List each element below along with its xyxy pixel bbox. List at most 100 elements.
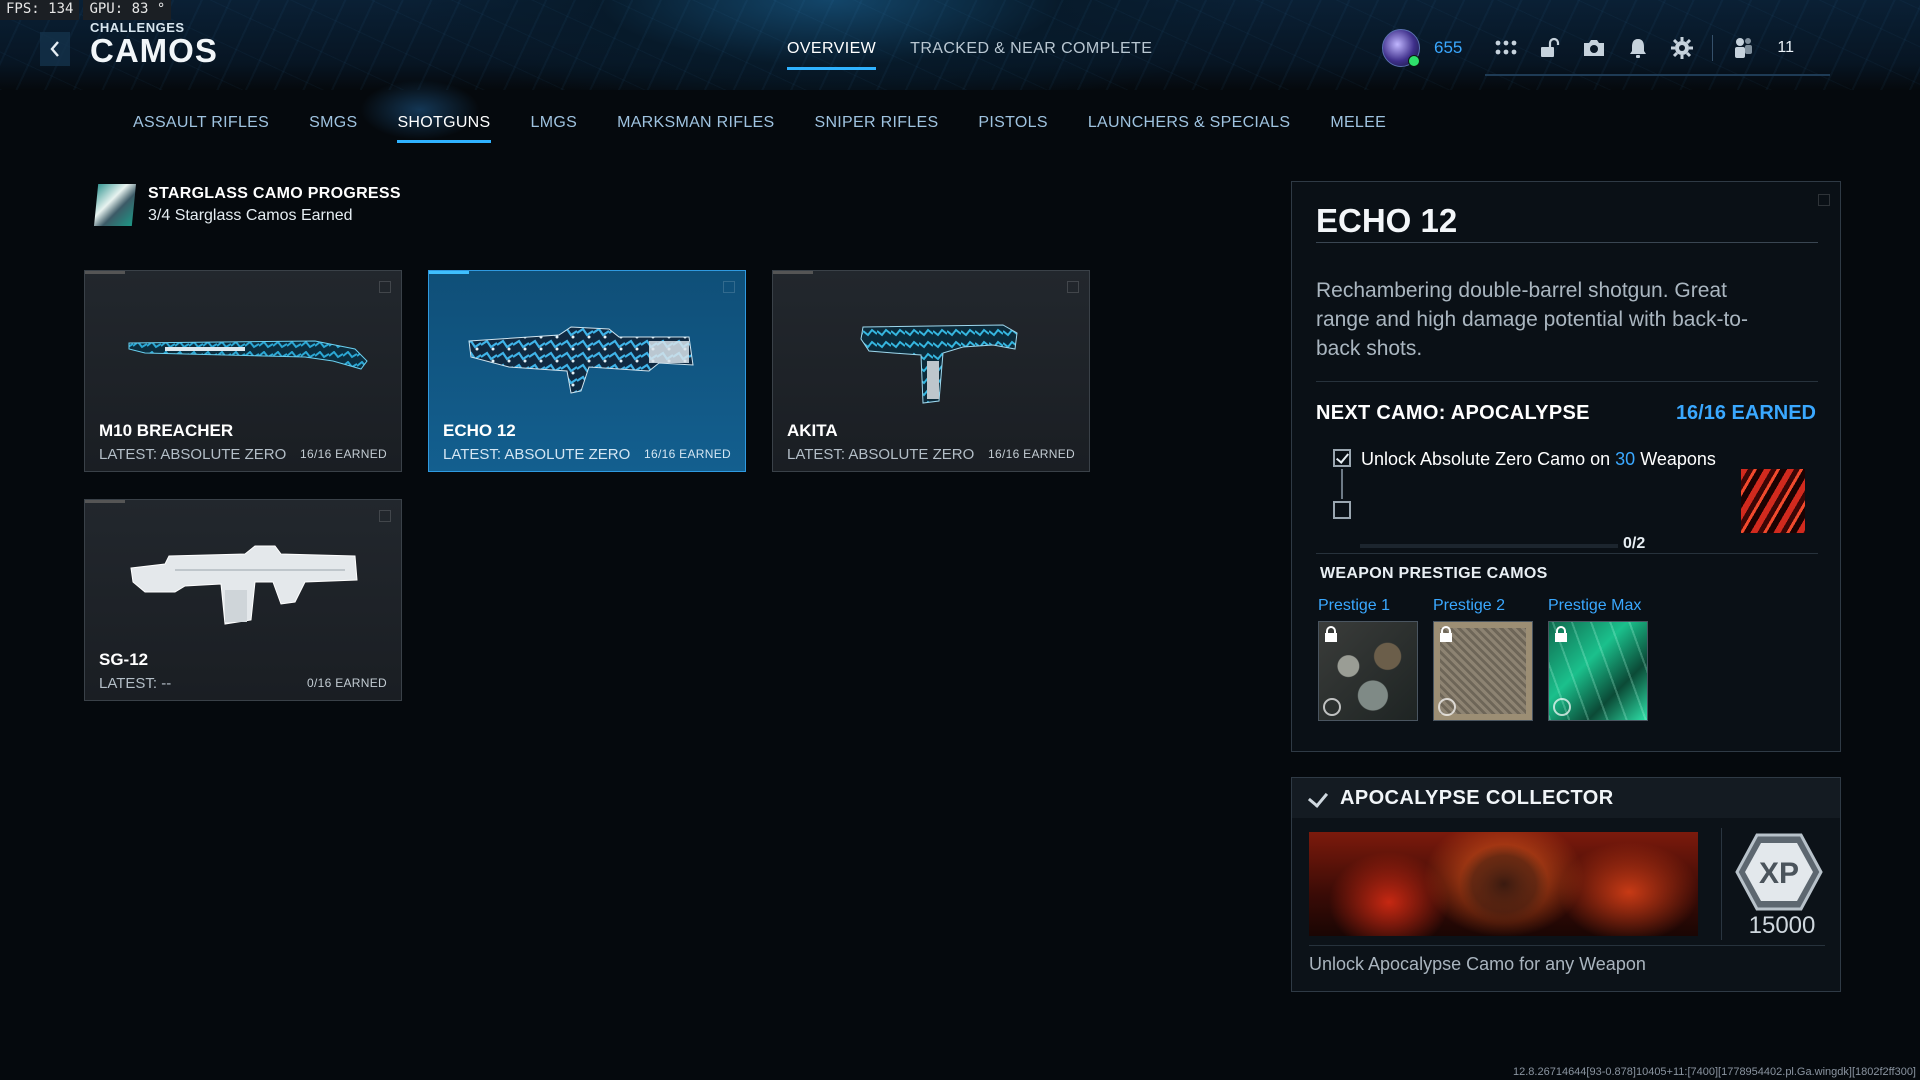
friends-icon[interactable] [1730, 35, 1756, 61]
starglass-camo-icon [94, 184, 136, 226]
tab-smgs[interactable]: SMGS [309, 114, 357, 143]
chevron-left-icon [50, 41, 59, 57]
shotgun-image [860, 324, 1018, 404]
shotgun-image [130, 545, 358, 625]
bell-icon[interactable] [1625, 35, 1651, 61]
player-level: 655 [1434, 38, 1463, 57]
weapon-latest-camo: LATEST: ABSOLUTE ZERO [443, 446, 631, 463]
tab-pistols[interactable]: PISTOLS [978, 114, 1047, 143]
task-progress-bar [1360, 544, 1618, 548]
apocalypse-collector-panel[interactable]: APOCALYPSE COLLECTOR XP 15000 Unlock Apo… [1291, 777, 1841, 992]
weapon-earned-count: 0/16 EARNED [307, 676, 387, 690]
card-accent [773, 271, 813, 274]
progress-title: STARGLASS CAMO PROGRESS [148, 185, 401, 202]
tab-tracked-near-complete[interactable]: TRACKED & NEAR COMPLETE [910, 40, 1152, 70]
prestige-camo-image [1433, 621, 1533, 721]
card-accent [85, 500, 125, 503]
task-number: 30 [1615, 449, 1636, 469]
weapon-name: SG-12 [99, 650, 149, 669]
gpu-counter: GPU: 83 ° [83, 0, 172, 20]
weapon-latest-camo: LATEST: -- [99, 675, 172, 692]
starglass-progress: STARGLASS CAMO PROGRESS 3/4 Starglass Ca… [94, 184, 401, 226]
weapon-name: ECHO 12 [443, 421, 516, 440]
unlock-icon[interactable] [1537, 35, 1563, 61]
player-avatar[interactable] [1382, 29, 1420, 67]
collector-description: Unlock Apocalypse Camo for any Weapon [1309, 954, 1646, 974]
camera-icon[interactable] [1581, 35, 1607, 61]
tab-assault-rifles[interactable]: ASSAULT RIFLES [133, 114, 269, 143]
card-accent [429, 271, 469, 274]
xp-reward-value: 15000 [1748, 912, 1816, 939]
status-bar: 655 11 [1382, 28, 1794, 68]
prestige-emblem-icon [1438, 698, 1456, 716]
header-tabs: OVERVIEW TRACKED & NEAR COMPLETE [787, 40, 1152, 70]
weapon-detail-panel: ECHO 12 Rechambering double-barrel shotg… [1291, 181, 1841, 752]
task-complete-checkbox [1333, 449, 1351, 467]
prestige-camos-title: WEAPON PRESTIGE CAMOS [1320, 565, 1548, 582]
weapon-earned-count: 16/16 EARNED [300, 447, 387, 461]
task-progress-count: 0/2 [1623, 535, 1646, 552]
task-suffix: Weapons [1640, 449, 1716, 469]
next-camo-label: NEXT CAMO: APOCALYPSE [1316, 402, 1590, 424]
performance-overlay: FPS: 134 GPU: 83 ° [0, 0, 175, 20]
divider [1316, 242, 1818, 243]
prestige-camo-image [1548, 621, 1648, 721]
tab-marksman-rifles[interactable]: MARKSMAN RIFLES [617, 114, 774, 143]
status-underline [1485, 74, 1830, 76]
weapon-card-m10-breacher[interactable]: M10 BREACHER LATEST: ABSOLUTE ZERO 16/16… [84, 270, 402, 472]
weapon-latest-camo: LATEST: ABSOLUTE ZERO [787, 446, 975, 463]
tab-launchers-specials[interactable]: LAUNCHERS & SPECIALS [1088, 114, 1291, 143]
page-title: CAMOS [90, 32, 218, 69]
xp-badge-icon: XP [1734, 833, 1824, 911]
apocalypse-artwork [1309, 832, 1698, 936]
tab-lmgs[interactable]: LMGS [531, 114, 578, 143]
prestige-label: Prestige 1 [1318, 597, 1391, 614]
next-camo-earned: 16/16 EARNED [1675, 402, 1816, 424]
build-info: 12.8.26714644[93-0.878]10405+11:[7400][1… [1513, 1066, 1916, 1078]
collector-title: APOCALYPSE COLLECTOR [1340, 787, 1614, 809]
weapon-name: AKITA [787, 421, 838, 440]
shotgun-image [128, 340, 368, 370]
tab-melee[interactable]: MELEE [1330, 114, 1386, 143]
xp-badge-label: XP [1759, 857, 1799, 890]
weapon-name: M10 BREACHER [99, 421, 234, 440]
camo-task: Unlock Absolute Zero Camo on 30 Weapons [1361, 449, 1716, 470]
weapon-earned-count: 16/16 EARNED [988, 447, 1075, 461]
card-accent [85, 271, 125, 274]
weapon-card-echo-12[interactable]: ECHO 12 LATEST: ABSOLUTE ZERO 16/16 EARN… [428, 270, 746, 472]
grid-menu-icon[interactable] [1493, 35, 1519, 61]
fps-counter: FPS: 134 [0, 0, 80, 20]
weapon-card-sg-12[interactable]: SG-12 LATEST: -- 0/16 EARNED [84, 499, 402, 701]
prestige-2-camo[interactable]: Prestige 2 [1433, 597, 1533, 721]
weapon-latest-camo: LATEST: ABSOLUTE ZERO [99, 446, 287, 463]
divider [1316, 553, 1818, 554]
task-prefix: Unlock Absolute Zero Camo on [1361, 449, 1611, 469]
task-incomplete-checkbox [1333, 501, 1351, 519]
prestige-1-camo[interactable]: Prestige 1 [1318, 597, 1418, 721]
task-connector [1341, 469, 1343, 499]
apocalypse-camo-swatch[interactable] [1741, 469, 1805, 533]
detail-weapon-name: ECHO 12 [1316, 202, 1458, 239]
status-divider [1712, 35, 1714, 61]
weapon-description: Rechambering double-barrel shotgun. Grea… [1316, 279, 1748, 360]
prestige-camo-image [1318, 621, 1418, 721]
prestige-max-camo[interactable]: Prestige Max [1548, 597, 1648, 721]
lock-icon [1555, 626, 1567, 642]
tab-shotguns[interactable]: SHOTGUNS [397, 114, 491, 143]
tab-overview[interactable]: OVERVIEW [787, 40, 877, 70]
prestige-label: Prestige Max [1548, 597, 1642, 614]
lock-icon [1440, 626, 1452, 642]
divider [1309, 945, 1825, 946]
friends-count: 11 [1777, 39, 1794, 56]
shotgun-image [468, 326, 694, 394]
weapon-card-akita[interactable]: AKITA LATEST: ABSOLUTE ZERO 16/16 EARNED [772, 270, 1090, 472]
weapon-earned-count: 16/16 EARNED [644, 447, 731, 461]
category-tabs: ASSAULT RIFLES SMGS SHOTGUNS LMGS MARKSM… [133, 114, 1386, 143]
lock-icon [1325, 626, 1337, 642]
tab-sniper-rifles[interactable]: SNIPER RIFLES [814, 114, 938, 143]
prestige-emblem-icon [1323, 698, 1341, 716]
progress-subtitle: 3/4 Starglass Camos Earned [148, 207, 353, 224]
back-button[interactable] [40, 32, 70, 66]
prestige-label: Prestige 2 [1433, 597, 1506, 614]
gear-icon[interactable] [1669, 35, 1695, 61]
